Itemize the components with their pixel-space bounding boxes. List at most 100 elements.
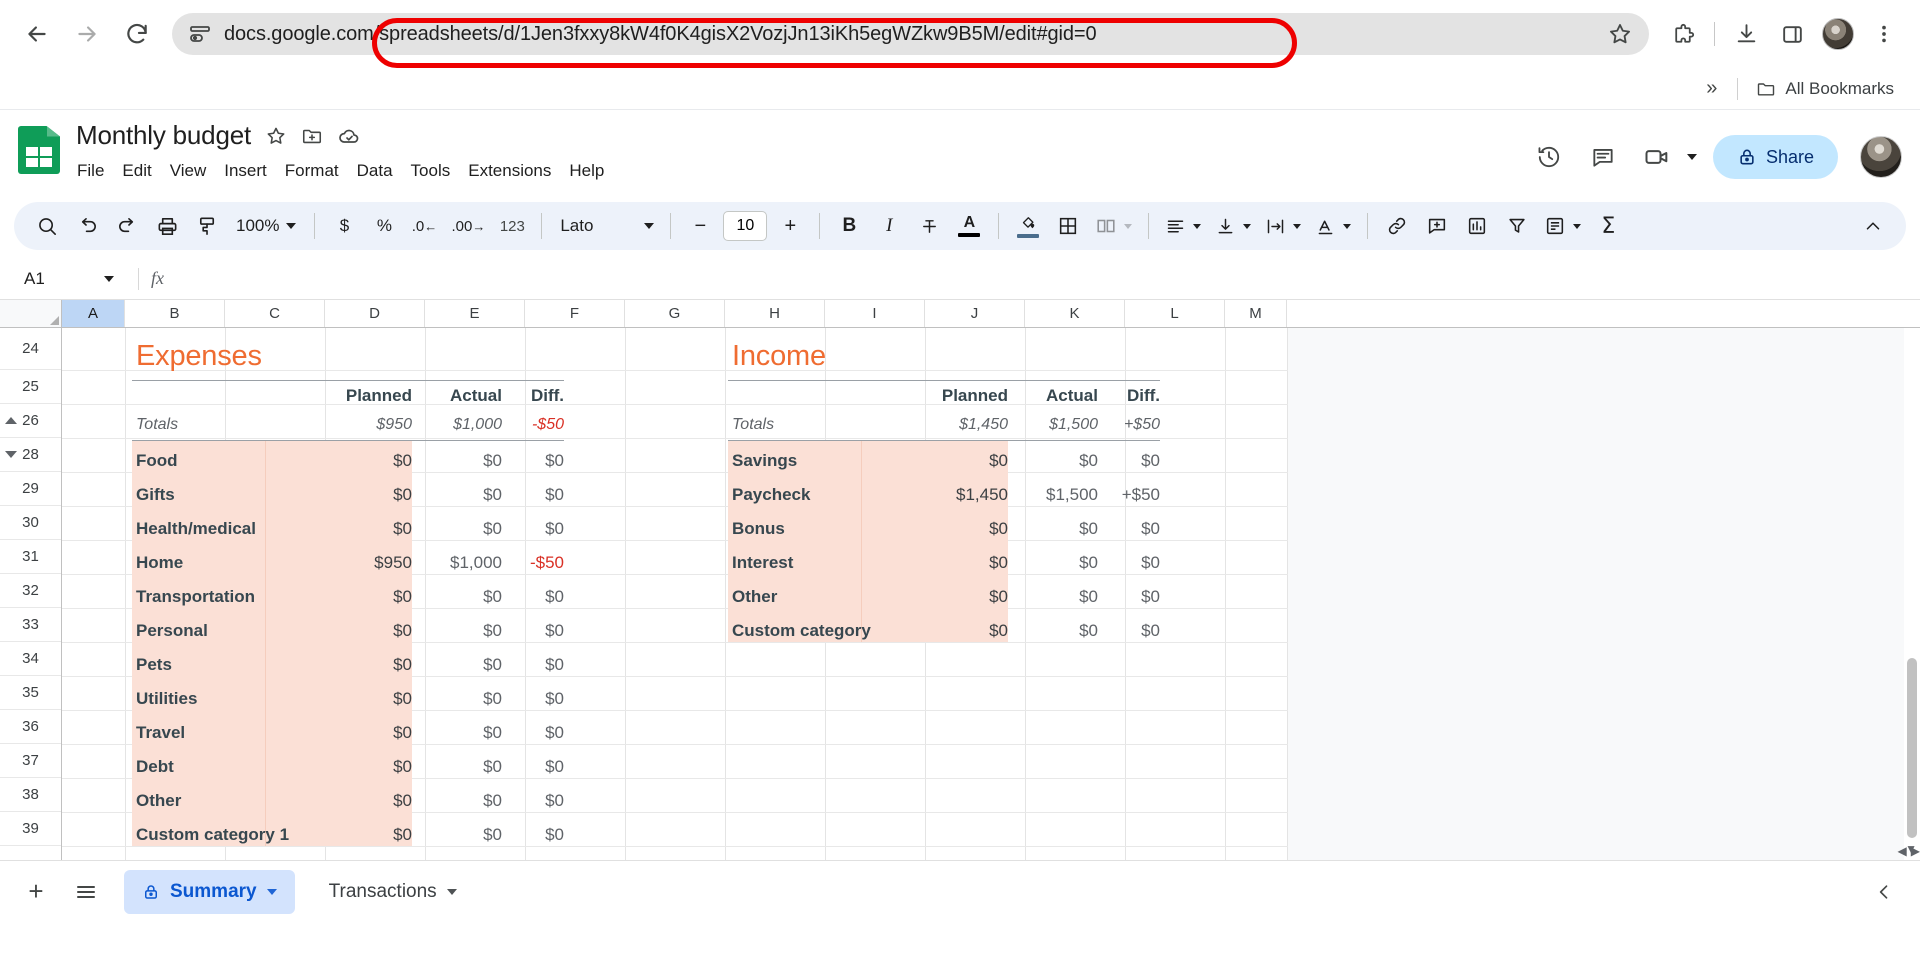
decrease-decimal-button[interactable]: .0 ← xyxy=(405,207,443,245)
forward-icon[interactable] xyxy=(64,11,110,57)
sheet-tab-summary-chevron-down-icon[interactable] xyxy=(266,888,277,895)
menu-format[interactable]: Format xyxy=(276,157,348,185)
address-bar[interactable]: docs.google.com/spreadsheets/d/1Jen3fxxy… xyxy=(172,13,1649,55)
row-header-35[interactable]: 35 xyxy=(0,676,61,710)
font-size-control[interactable]: − 10 + xyxy=(681,207,809,245)
bookmark-star-icon[interactable] xyxy=(1607,21,1633,47)
video-camera-icon[interactable] xyxy=(1634,134,1680,180)
scroll-left-icon[interactable]: ◀ xyxy=(1898,844,1907,858)
zoom-selector[interactable]: 100% xyxy=(228,207,304,245)
column-header-I[interactable]: I xyxy=(825,300,925,327)
sheet-tab-summary[interactable]: Summary xyxy=(124,869,295,914)
row-header-28[interactable]: 28 xyxy=(0,438,61,472)
column-header-D[interactable]: D xyxy=(325,300,425,327)
horizontal-scroll-arrows[interactable]: ◀ ▶ xyxy=(1860,843,1920,859)
extensions-icon[interactable] xyxy=(1661,12,1705,56)
column-header-F[interactable]: F xyxy=(525,300,625,327)
back-icon[interactable] xyxy=(14,11,60,57)
row-header-24[interactable]: 24 xyxy=(0,328,61,370)
fill-color-button[interactable] xyxy=(1009,207,1047,245)
star-doc-icon[interactable] xyxy=(265,125,287,147)
column-header-J[interactable]: J xyxy=(925,300,1025,327)
row-header-34[interactable]: 34 xyxy=(0,642,61,676)
add-sheet-button[interactable]: + xyxy=(14,870,58,914)
row-header-38[interactable]: 38 xyxy=(0,778,61,812)
column-header-K[interactable]: K xyxy=(1025,300,1125,327)
currency-format-button[interactable]: $ xyxy=(325,207,363,245)
row-header-30[interactable]: 30 xyxy=(0,506,61,540)
row-header-39[interactable]: 39 xyxy=(0,812,61,846)
sheet-tab-transactions-chevron-down-icon[interactable] xyxy=(446,888,457,895)
insert-comment-icon[interactable] xyxy=(1418,207,1456,245)
column-header-B[interactable]: B xyxy=(125,300,225,327)
insert-chart-icon[interactable] xyxy=(1458,207,1496,245)
collapse-toolbar-icon[interactable] xyxy=(1854,207,1892,245)
font-family-selector[interactable]: Lato xyxy=(552,207,660,245)
site-settings-icon[interactable] xyxy=(188,22,212,46)
more-formats-button[interactable]: 123 xyxy=(493,207,531,245)
column-header-L[interactable]: L xyxy=(1125,300,1225,327)
create-filter-icon[interactable] xyxy=(1498,207,1536,245)
all-bookmarks-button[interactable]: All Bookmarks xyxy=(1748,75,1902,103)
name-box[interactable]: A1 xyxy=(6,269,126,289)
column-header-C[interactable]: C xyxy=(225,300,325,327)
row-header-25[interactable]: 25 xyxy=(0,370,61,404)
menu-edit[interactable]: Edit xyxy=(113,157,160,185)
column-header-A[interactable]: A xyxy=(62,300,125,327)
column-header-E[interactable]: E xyxy=(425,300,525,327)
functions-menu-icon[interactable] xyxy=(1538,207,1587,245)
percent-format-button[interactable]: % xyxy=(365,207,403,245)
decrease-font-size-button[interactable]: − xyxy=(681,207,719,245)
url-text[interactable]: docs.google.com/spreadsheets/d/1Jen3fxxy… xyxy=(224,23,1096,46)
profile-avatar[interactable] xyxy=(1816,12,1860,56)
bold-button[interactable]: B xyxy=(830,207,868,245)
strikethrough-button[interactable] xyxy=(910,207,948,245)
menu-view[interactable]: View xyxy=(161,157,216,185)
column-header-G[interactable]: G xyxy=(625,300,725,327)
increase-font-size-button[interactable]: + xyxy=(771,207,809,245)
vertical-scrollbar[interactable]: ▼ xyxy=(1904,328,1920,860)
meet-chevron-down-icon[interactable] xyxy=(1686,154,1697,160)
column-header-M[interactable]: M xyxy=(1225,300,1287,327)
share-button[interactable]: Share xyxy=(1712,135,1838,179)
page-title[interactable]: Monthly budget xyxy=(76,120,251,151)
group-expand-down-icon[interactable] xyxy=(5,451,17,458)
menu-extensions[interactable]: Extensions xyxy=(459,157,560,185)
reload-icon[interactable] xyxy=(114,11,160,57)
row-header-37[interactable]: 37 xyxy=(0,744,61,778)
menu-tools[interactable]: Tools xyxy=(402,157,460,185)
scroll-right-icon[interactable]: ▶ xyxy=(1911,844,1920,858)
bookmarks-overflow-icon[interactable]: » xyxy=(1696,77,1727,100)
paint-format-icon[interactable] xyxy=(188,207,226,245)
column-header-H[interactable]: H xyxy=(725,300,825,327)
menu-data[interactable]: Data xyxy=(348,157,402,185)
redo-icon[interactable] xyxy=(108,207,146,245)
account-avatar[interactable] xyxy=(1860,136,1902,178)
row-header-26[interactable]: 26 xyxy=(0,404,61,438)
downloads-icon[interactable] xyxy=(1724,12,1768,56)
text-wrapping-button[interactable] xyxy=(1259,207,1307,245)
vertical-scrollbar-thumb[interactable] xyxy=(1907,658,1917,838)
insert-link-icon[interactable] xyxy=(1378,207,1416,245)
text-rotation-button[interactable] xyxy=(1309,207,1357,245)
horizontal-align-button[interactable] xyxy=(1159,207,1207,245)
search-icon[interactable] xyxy=(28,207,66,245)
italic-button[interactable]: I xyxy=(870,207,908,245)
cell-area[interactable]: Expenses Planned Actual Diff. Totals $95… xyxy=(62,328,1920,860)
select-all-corner[interactable] xyxy=(0,300,62,327)
row-header-32[interactable]: 32 xyxy=(0,574,61,608)
increase-decimal-button[interactable]: .00 → xyxy=(445,207,491,245)
row-header-31[interactable]: 31 xyxy=(0,540,61,574)
cloud-saved-icon[interactable] xyxy=(337,124,361,148)
sum-sigma-icon[interactable]: Σ xyxy=(1589,207,1627,245)
row-header-36[interactable]: 36 xyxy=(0,710,61,744)
explore-collapse-icon[interactable] xyxy=(1862,870,1906,914)
group-collapse-up-icon[interactable] xyxy=(5,417,17,424)
menu-insert[interactable]: Insert xyxy=(215,157,276,185)
sheet-tab-transactions[interactable]: Transactions xyxy=(311,870,475,914)
all-sheets-button[interactable] xyxy=(64,870,108,914)
print-icon[interactable] xyxy=(148,207,186,245)
row-header-33[interactable]: 33 xyxy=(0,608,61,642)
menu-help[interactable]: Help xyxy=(560,157,613,185)
row-header-29[interactable]: 29 xyxy=(0,472,61,506)
